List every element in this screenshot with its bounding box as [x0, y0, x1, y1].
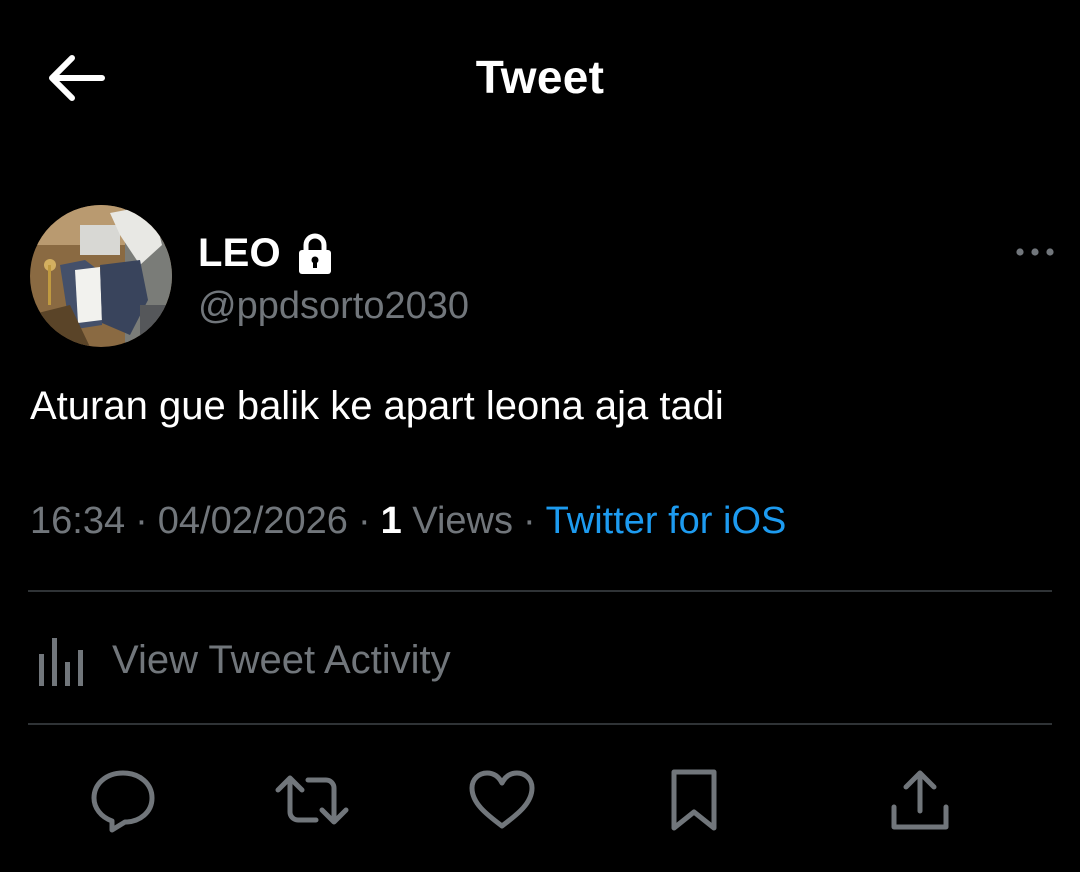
tweet-time[interactable]: 16:34: [30, 500, 125, 542]
author-name-row: LEO: [198, 227, 335, 279]
bookmark-icon: [671, 769, 717, 831]
reply-button[interactable]: [83, 760, 163, 840]
share-button[interactable]: [880, 760, 960, 840]
view-tweet-activity-label: View Tweet Activity: [112, 637, 451, 682]
view-tweet-activity-button[interactable]: View Tweet Activity: [30, 620, 1030, 700]
views-label: Views: [412, 500, 513, 542]
like-button[interactable]: [462, 760, 542, 840]
page-title: Tweet: [475, 51, 605, 103]
views-count: 1: [380, 500, 402, 542]
tweet-author: LEO @ppdsorto2030: [30, 205, 1054, 350]
retweet-button[interactable]: [272, 760, 352, 840]
tweet-text: Aturan gue balik ke apart leona aja tadi: [30, 384, 724, 428]
heart-icon: [469, 770, 535, 829]
bookmark-button[interactable]: [654, 760, 734, 840]
meta-separator: ·: [522, 500, 536, 542]
reply-bubble-icon: [91, 770, 155, 833]
tweet-action-bar: [0, 740, 1080, 860]
tweet-meta: 16:34 · 04/02/2026 · 1 Views · Twitter for iOS: [30, 500, 786, 543]
analytics-bars-icon: [39, 638, 83, 686]
divider: [28, 723, 1052, 725]
display-name[interactable]: LEO: [198, 231, 281, 276]
divider: [28, 590, 1052, 592]
more-options-button[interactable]: [1015, 245, 1055, 259]
share-upload-icon: [891, 770, 949, 830]
source-link[interactable]: Twitter for iOS: [546, 500, 787, 542]
meta-separator: ·: [135, 500, 148, 542]
meta-separator: ·: [357, 500, 371, 542]
more-horizontal-icon: [1016, 248, 1054, 256]
avatar-photo: [30, 205, 172, 347]
top-bar: Tweet: [0, 0, 1080, 160]
lock-icon: [298, 233, 331, 274]
tweet-date[interactable]: 04/02/2026: [158, 500, 348, 542]
retweet-icon: [275, 775, 349, 825]
user-handle[interactable]: @ppdsorto2030: [198, 285, 469, 328]
avatar[interactable]: [30, 205, 172, 347]
